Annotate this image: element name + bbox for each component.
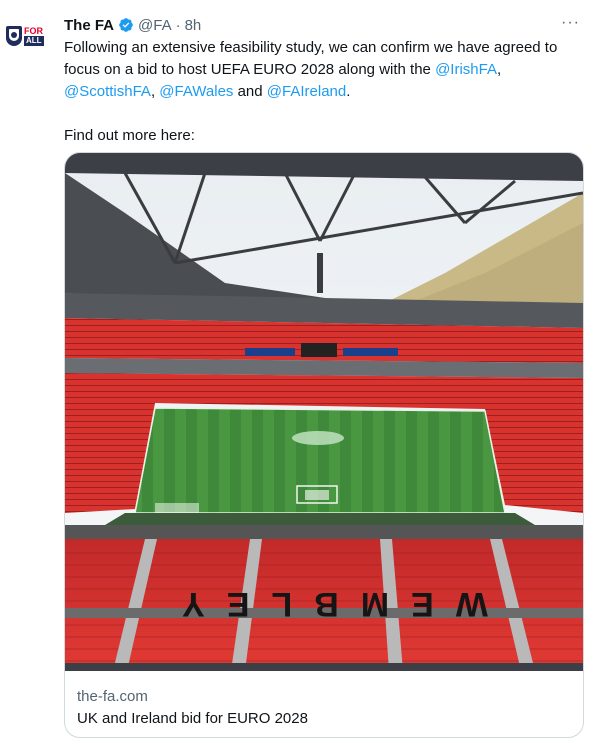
- link-card[interactable]: WEMBLEY the-fa.com UK and Ireland bid fo…: [64, 152, 584, 738]
- more-options-icon[interactable]: ···: [561, 14, 580, 32]
- tweet-header: The FA @FA · 8h: [64, 14, 201, 36]
- verified-badge-icon: [118, 17, 134, 33]
- mention-irishfa[interactable]: @IrishFA: [435, 61, 497, 78]
- fa-crest-icon: [6, 26, 22, 46]
- card-text: the-fa.com UK and Ireland bid for EURO 2…: [77, 687, 308, 729]
- text-and: and: [233, 83, 267, 100]
- author-handle[interactable]: @FA: [138, 17, 172, 34]
- card-domain: the-fa.com: [77, 688, 148, 705]
- avatar-badge-top: FOR: [24, 25, 43, 36]
- text-separator: ,: [496, 61, 502, 78]
- mention-fawales[interactable]: @FAWales: [159, 83, 233, 100]
- tweet: FOR ALL The FA @FA · 8h ··· Following an…: [0, 0, 600, 746]
- author-name[interactable]: The FA: [64, 17, 114, 34]
- tweet-text: Following an extensive feasibility study…: [64, 37, 584, 147]
- find-out-more-text: Find out more here:: [64, 127, 195, 144]
- mention-scottishfa[interactable]: @ScottishFA: [64, 83, 151, 100]
- stadium-image: WEMBLEY: [65, 153, 583, 671]
- separator-dot: ·: [175, 16, 181, 34]
- avatar-badge-bottom: ALL: [24, 35, 44, 46]
- timestamp[interactable]: 8h: [185, 17, 202, 34]
- stand-lettering: WEMBLEY: [160, 585, 488, 623]
- text-end: .: [346, 83, 351, 100]
- card-title[interactable]: UK and Ireland bid for EURO 2028: [77, 709, 308, 729]
- mention-faireland[interactable]: @FAIreland: [267, 83, 346, 100]
- avatar[interactable]: FOR ALL: [6, 24, 46, 48]
